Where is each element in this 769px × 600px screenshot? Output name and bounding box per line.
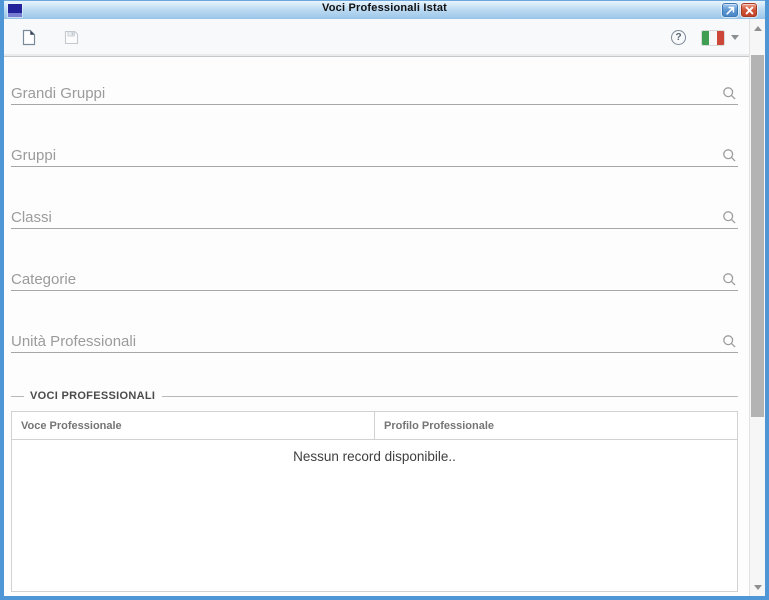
legend-label: VOCI PROFESSIONALI bbox=[30, 390, 156, 402]
voci-section-legend: VOCI PROFESSIONALI bbox=[11, 390, 738, 402]
titlebar[interactable]: Voci Professionali Istat bbox=[4, 0, 765, 19]
field-gruppi bbox=[11, 129, 738, 167]
gruppi-input[interactable] bbox=[11, 147, 716, 164]
window-controls bbox=[722, 3, 757, 17]
scrollbar-thumb[interactable] bbox=[751, 55, 764, 417]
categorie-input[interactable] bbox=[11, 271, 716, 288]
close-window-button[interactable] bbox=[741, 3, 757, 17]
save-button[interactable] bbox=[64, 30, 79, 45]
voci-professionali-table: Voce Professionale Profilo Professionale… bbox=[11, 411, 738, 592]
close-x-icon bbox=[745, 6, 754, 15]
window-title: Voci Professionali Istat bbox=[321, 2, 448, 14]
classi-input[interactable] bbox=[11, 209, 716, 226]
app-window: Voci Professionali Istat ? Grandi Gruppi… bbox=[0, 0, 769, 600]
search-icon[interactable] bbox=[722, 272, 737, 287]
new-document-icon bbox=[22, 29, 36, 46]
empty-records-message: Nessun record disponibile.. bbox=[293, 449, 456, 464]
restore-window-button[interactable] bbox=[722, 3, 738, 17]
main-panel: ? Grandi Gruppi Gruppi Classi Categorie … bbox=[4, 19, 749, 596]
caret-down-icon bbox=[731, 35, 739, 40]
save-floppy-icon bbox=[64, 30, 79, 45]
legend-line bbox=[162, 395, 738, 397]
help-icon: ? bbox=[671, 30, 686, 45]
scroll-up-arrow-icon[interactable] bbox=[750, 21, 765, 35]
column-header-voce-professionale[interactable]: Voce Professionale bbox=[12, 412, 375, 439]
unita-professionali-input[interactable] bbox=[11, 333, 716, 350]
field-classi bbox=[11, 191, 738, 229]
new-record-button[interactable] bbox=[22, 29, 36, 46]
restore-arrow-icon bbox=[725, 6, 735, 15]
grandi-gruppi-input[interactable] bbox=[11, 85, 716, 102]
table-body: Nessun record disponibile.. bbox=[12, 440, 737, 591]
italy-flag-icon bbox=[702, 30, 724, 45]
table-header-row: Voce Professionale Profilo Professionale bbox=[12, 412, 737, 440]
field-categorie bbox=[11, 253, 738, 291]
field-grandi-gruppi bbox=[11, 67, 738, 105]
search-icon[interactable] bbox=[722, 148, 737, 163]
help-button[interactable]: ? bbox=[671, 30, 686, 45]
form-content: VOCI PROFESSIONALI Voce Professionale Pr… bbox=[4, 57, 749, 596]
vertical-scrollbar[interactable] bbox=[749, 19, 765, 596]
search-icon[interactable] bbox=[722, 334, 737, 349]
window-body: ? Grandi Gruppi Gruppi Classi Categorie … bbox=[4, 19, 765, 596]
field-unita-professionali bbox=[11, 315, 738, 353]
toolbar: ? bbox=[4, 19, 749, 57]
search-icon[interactable] bbox=[722, 210, 737, 225]
scroll-down-arrow-icon[interactable] bbox=[750, 580, 765, 594]
column-header-profilo-professionale[interactable]: Profilo Professionale bbox=[375, 412, 737, 439]
language-selector[interactable] bbox=[702, 30, 739, 45]
legend-line bbox=[11, 395, 24, 397]
search-icon[interactable] bbox=[722, 86, 737, 101]
